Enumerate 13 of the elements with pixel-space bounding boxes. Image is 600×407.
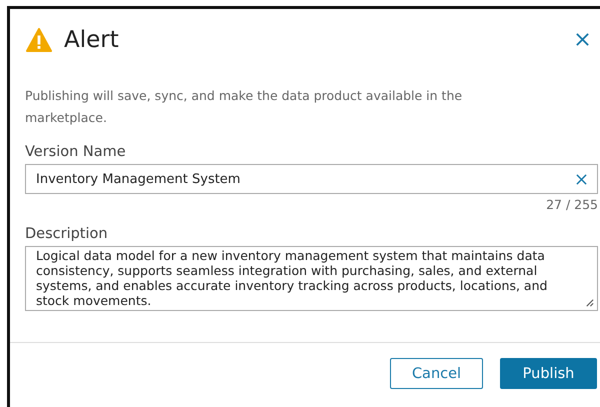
field-label: Version Name [25, 144, 126, 160]
warning-icon [26, 28, 52, 52]
dialog-message: Publishing will save, sync, and make the data product available in the marketplace. [25, 87, 464, 127]
close-icon[interactable] [575, 32, 590, 47]
field-label: Description [25, 226, 108, 242]
clear-icon[interactable] [576, 174, 587, 184]
character-counter: 27 / 255 [546, 197, 598, 212]
description-field[interactable]: Logical data model for a new inventory management system that maintains data consistency, supports seamless integration with purchasing, sales, and external systems, and enables accurate inventory tracking across products, locations, and stock movements. [25, 246, 598, 311]
cancel-button[interactable]: Cancel [390, 358, 483, 389]
resize-grip-icon[interactable] [585, 298, 594, 307]
dialog-title: Alert [64, 26, 119, 52]
publish-button[interactable]: Publish [500, 358, 597, 389]
version-name-field[interactable]: Inventory Management System [25, 164, 598, 194]
